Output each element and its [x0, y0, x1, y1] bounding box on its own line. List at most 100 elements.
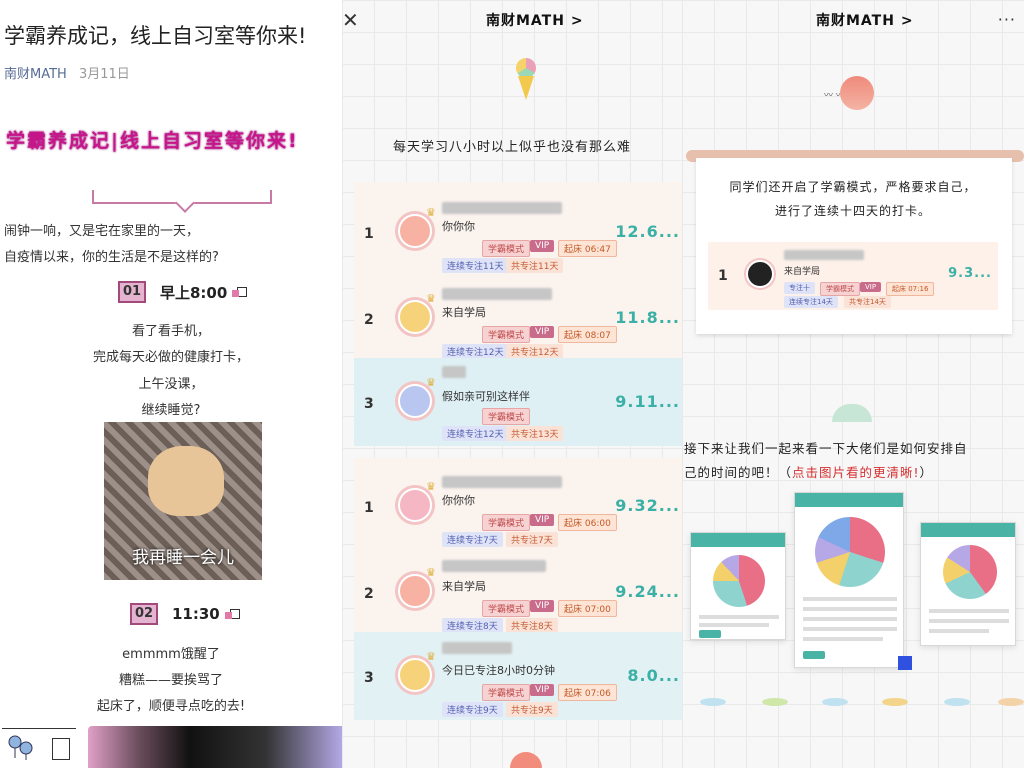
streak-badge: 连续专注12天: [442, 426, 509, 441]
dog-face: [148, 446, 224, 516]
total-badge: 共专注11天: [506, 258, 564, 273]
article-title: 学霸养成记，线上自习室等你来!: [4, 24, 307, 48]
mode-badge: 学霸模式: [820, 282, 860, 296]
crown-icon: ♛: [426, 376, 436, 389]
crown-icon: ♛: [426, 480, 436, 493]
leaf-decoration: [944, 698, 970, 706]
leaderboard-panel: ✕ 南财MATH > 每天学习八小时以上似乎也没有那么难 1 ♛ 你你你 学霸模…: [342, 0, 682, 768]
text-line: 己的时间的吧！（点击图片看的更清晰!）: [684, 462, 933, 481]
avatar: [398, 488, 432, 522]
total-badge: 共专注9天: [506, 702, 558, 717]
article-banner: 学霸养成记|线上自习室等你来!: [6, 130, 299, 152]
intro-line-1: 闹钟一响，又是宅在家里的一天，: [4, 224, 200, 239]
leaderboard-card-2: 1 ♛ 你你你 学霸模式 VIP 起床 06:00 连续专注7天 共专注7天 9…: [354, 458, 682, 720]
rank-number: 2: [364, 586, 374, 602]
streak-badge: 连续专注8天: [442, 618, 503, 633]
total-badge: 共专注7天: [506, 532, 558, 547]
more-icon[interactable]: ···: [998, 10, 1016, 29]
text-line: 上午没课，: [138, 377, 204, 392]
study-hours: 9.11...: [615, 392, 680, 411]
user-subtitle: 你你你: [442, 494, 475, 507]
leaderboard-row[interactable]: 3 ♛ 今日已专注8小时0分钟 学霸模式 VIP 起床 07:06 连续专注9天…: [354, 632, 682, 720]
vip-badge: VIP: [530, 326, 555, 338]
vip-badge: VIP: [530, 684, 555, 696]
avatar: [398, 658, 432, 692]
avatar: [398, 574, 432, 608]
pie-chart-image: [815, 517, 885, 587]
sun-decoration: [840, 76, 874, 110]
rank-number: 1: [718, 268, 728, 284]
rank-number: 3: [364, 396, 374, 412]
text-line: 糟糕——要挨骂了: [118, 673, 223, 688]
pie-chart-image: [713, 555, 765, 607]
article-panel: 学霸养成记，线上自习室等你来! 南财MATH 3月11日 学霸养成记|线上自习室…: [0, 0, 342, 768]
leaf-decoration: [822, 698, 848, 706]
meme-caption: 我再睡一会儿: [132, 548, 234, 568]
account-link[interactable]: 南财MATH: [4, 67, 67, 82]
wake-time-badge: 起床 07:16: [886, 282, 935, 296]
streak-badge: 连续专注14天: [784, 296, 838, 308]
vip-badge: VIP: [530, 240, 555, 252]
total-badge: 共专注8天: [506, 618, 558, 633]
crown-icon: ♛: [426, 650, 436, 663]
schedule-screenshot-3[interactable]: [920, 522, 1016, 646]
intro-line-2: 自疫情以来，你的生活是不是这样的?: [4, 250, 219, 265]
vip-badge: VIP: [860, 282, 882, 292]
leaf-decoration: [882, 698, 908, 706]
wake-time-badge: 起床 08:07: [558, 326, 617, 343]
rank-number: 1: [364, 226, 374, 242]
user-subtitle: 来自学局: [442, 306, 486, 319]
leaf-decoration: [998, 698, 1024, 706]
leaderboard-row[interactable]: 2 ♛ 来自学局 学霸模式 VIP 起床 08:07 连续专注12天 共专注12…: [354, 274, 682, 362]
people-icon: [6, 734, 36, 765]
user-subtitle: 今日已专注8小时0分钟: [442, 664, 555, 677]
time-tag-1: 01 早上8:00: [118, 274, 248, 303]
streak-badge: 连续专注9天: [442, 702, 503, 717]
focus-badge: 专注十: [784, 282, 815, 294]
avatar: [398, 214, 432, 248]
time-number: 01: [118, 274, 152, 303]
mini-leaderboard-row[interactable]: 1 来自学局 专注十 学霸模式 VIP 起床 07:16 连续专注14天 共专注…: [708, 242, 998, 310]
vip-badge: VIP: [530, 514, 555, 526]
crown-icon: ♛: [426, 292, 436, 305]
article-meta: 南财MATH 3月11日: [4, 63, 130, 82]
study-hours: 9.3...: [948, 266, 992, 281]
total-badge: 共专注14天: [844, 296, 891, 308]
wake-time-badge: 起床 07:00: [558, 600, 617, 617]
close-icon[interactable]: ✕: [342, 8, 359, 32]
avatar: [746, 260, 774, 288]
study-hours: 11.8...: [615, 308, 680, 327]
schedule-screenshot-2[interactable]: [794, 492, 904, 668]
time-label: 11:30: [172, 605, 220, 623]
leaderboard-row[interactable]: 1 ♛ 你你你 学霸模式 VIP 起床 06:47 连续专注11天 共专注11天…: [354, 188, 682, 276]
leaf-decoration: [762, 698, 788, 706]
blurred-username: [442, 642, 512, 654]
leaf-decoration: [700, 698, 726, 706]
sleeping-dog-meme-image[interactable]: 我再睡一会儿: [104, 422, 262, 580]
time-tag-2: 02 11:30: [130, 596, 240, 625]
scroll-text-line: 进行了连续十四天的打卡。: [774, 204, 931, 218]
blurred-username: [784, 250, 864, 260]
mini-program-title[interactable]: 南财MATH >: [486, 10, 584, 30]
mini-program-title[interactable]: 南财MATH >: [816, 10, 914, 30]
user-subtitle: 你你你: [442, 220, 475, 233]
rank-number: 1: [364, 500, 374, 516]
schedule-screenshot-1[interactable]: [690, 532, 786, 640]
mode-badge: 学霸模式: [482, 240, 531, 257]
text-line: 完成每天必做的健康打卡，: [92, 350, 249, 365]
leaderboard-row[interactable]: 1 ♛ 你你你 学霸模式 VIP 起床 06:00 连续专注7天 共专注7天 9…: [354, 462, 682, 550]
article-image-preview[interactable]: [88, 726, 342, 768]
blurred-username: [442, 202, 562, 214]
mode-badge: 学霸模式: [482, 408, 531, 425]
text-line: 继续睡觉?: [141, 403, 201, 418]
wake-time-badge: 起床 06:47: [558, 240, 617, 257]
text-segment: ）: [919, 465, 934, 480]
blurred-username: [442, 288, 552, 300]
mode-badge: 学霸模式: [482, 684, 531, 701]
vip-badge: VIP: [530, 600, 555, 612]
leaderboard-row[interactable]: 2 ♛ 来自学局 学霸模式 VIP 起床 07:00 连续专注8天 共专注8天 …: [354, 548, 682, 636]
time-label: 早上8:00: [160, 283, 228, 302]
text-line: 起床了，顺便寻点吃的去!: [96, 699, 246, 714]
leaderboard-row[interactable]: 3 ♛ 假如亲可别这样伴 学霸模式 连续专注12天 共专注13天 9.11...: [354, 358, 682, 446]
user-subtitle: 来自学局: [784, 267, 821, 277]
